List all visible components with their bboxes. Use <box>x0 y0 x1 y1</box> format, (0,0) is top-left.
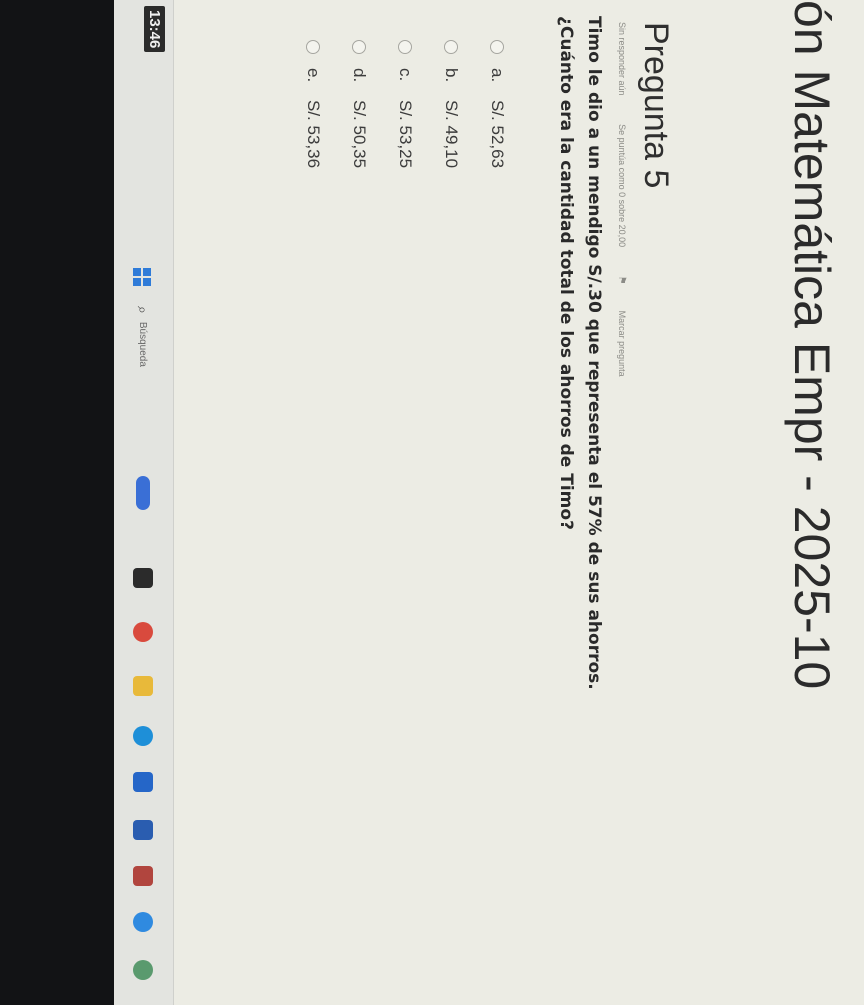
word-icon[interactable] <box>133 820 153 840</box>
flag-icon: ⚑ <box>616 275 627 285</box>
option-b[interactable]: b. S/. 49,10 <box>428 40 474 168</box>
taskbar-clock[interactable]: 13:46 <box>144 6 165 53</box>
weather-icon[interactable] <box>133 960 153 980</box>
radio-button[interactable] <box>444 40 458 54</box>
option-text: S/. 53,25 <box>396 100 415 169</box>
question-text: Timo le dio a un mendigo S/.30 que repre… <box>556 16 604 690</box>
option-letter: a. <box>488 68 507 83</box>
teams-icon[interactable] <box>133 866 153 886</box>
radio-button[interactable] <box>352 40 366 54</box>
question-status: Sin responder aún <box>617 22 627 96</box>
app-icon[interactable] <box>133 912 153 932</box>
question-points: Se puntúa como 0 sobre 20,00 <box>617 124 627 248</box>
question-heading: Pregunta 5 <box>637 22 675 189</box>
flag-question-label: Marcar pregunta <box>617 310 627 377</box>
option-letter: e. <box>304 68 323 83</box>
option-c[interactable]: c. S/. 53,25 <box>382 40 428 168</box>
option-text: S/. 53,36 <box>304 100 323 169</box>
question-meta: Sin responder aún Se puntúa como 0 sobre… <box>614 22 630 672</box>
answer-options: a. S/. 52,63 b. S/. 49,10 c. S/. 53,25 d… <box>290 40 520 168</box>
screen: ón Matemática Empr - 2025-10 Pregunta 5 … <box>0 0 864 1005</box>
option-e[interactable]: e. S/. 53,36 <box>290 40 336 168</box>
chrome-icon[interactable] <box>133 622 153 642</box>
option-letter: d. <box>350 68 369 83</box>
windows-start-icon[interactable] <box>133 268 151 286</box>
monitor-bezel <box>0 0 114 1005</box>
option-letter: b. <box>442 68 461 83</box>
taskbar-search[interactable]: ⌕ Búsqueda <box>131 306 155 426</box>
option-d[interactable]: d. S/. 50,35 <box>336 40 382 168</box>
edge-icon[interactable] <box>133 726 153 746</box>
option-text: S/. 49,10 <box>442 100 461 169</box>
option-a[interactable]: a. S/. 52,63 <box>474 40 520 168</box>
taskbar: 13:46 ⌕ Búsqueda <box>113 0 174 1005</box>
search-icon: ⌕ <box>135 306 152 314</box>
search-label: Búsqueda <box>137 321 149 367</box>
option-letter: c. <box>396 68 415 82</box>
folder-icon[interactable] <box>133 676 153 696</box>
radio-button[interactable] <box>490 40 504 54</box>
course-title: ón Matemática Empr - 2025-10 <box>784 0 840 690</box>
store-icon[interactable] <box>133 772 153 792</box>
file-explorer-icon[interactable] <box>133 568 153 588</box>
radio-button[interactable] <box>398 40 412 54</box>
radio-button[interactable] <box>306 40 320 54</box>
option-text: S/. 50,35 <box>350 100 369 169</box>
flag-question-link[interactable]: ⚑ Marcar pregunta <box>616 276 627 403</box>
option-text: S/. 52,63 <box>488 100 507 169</box>
widgets-icon[interactable] <box>136 476 150 510</box>
